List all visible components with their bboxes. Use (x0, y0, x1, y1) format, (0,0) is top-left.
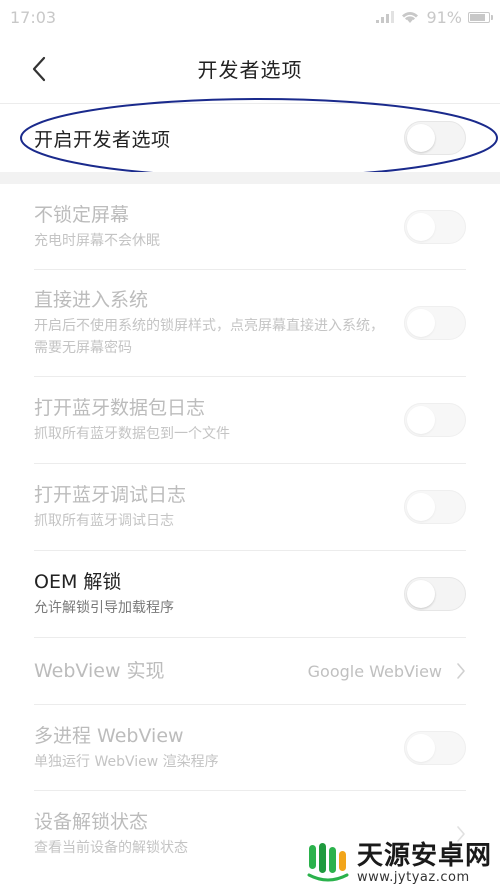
toggle-knob (407, 309, 435, 337)
setting-title: 打开蓝牙调试日志 (34, 484, 187, 506)
site-watermark: 天源安卓网 www.jytyaz.com (305, 841, 492, 885)
chevron-right-icon (457, 663, 465, 679)
page-title: 开发者选项 (197, 58, 303, 82)
stay-awake-toggle[interactable] (404, 209, 466, 244)
setting-subtitle: 开启后不使用系统的锁屏样式，点亮屏幕直接进入系统，需要无屏幕密码 (34, 318, 384, 356)
signal-icon (376, 11, 395, 23)
setting-subtitle: 查看当前设备的解锁状态 (34, 840, 188, 856)
battery-icon (468, 11, 493, 23)
android-logo-icon (307, 843, 349, 882)
battery-percent: 91% (426, 7, 462, 27)
toggle-knob (407, 406, 435, 434)
webview-value-text: Google WebView (307, 661, 442, 681)
bluetooth-hci-log-toggle[interactable] (404, 403, 466, 437)
setting-title: 多进程 WebView (34, 724, 184, 747)
direct-enter-system-toggle[interactable] (404, 306, 466, 340)
setting-title: 设备解锁状态 (34, 811, 149, 833)
master-toggle-label: 开启开发者选项 (34, 128, 171, 151)
back-button[interactable] (24, 54, 54, 84)
setting-row-direct-enter-system[interactable]: 直接进入系统 开启后不使用系统的锁屏样式，点亮屏幕直接进入系统，需要无屏幕密码 (34, 270, 466, 377)
status-bar: 17:03 91% (0, 0, 500, 34)
setting-title: 直接进入系统 (34, 289, 149, 311)
status-time: 17:03 (10, 7, 57, 27)
setting-row-webview-implementation[interactable]: WebView 实现 Google WebView (34, 638, 466, 705)
setting-subtitle: 抓取所有蓝牙数据包到一个文件 (34, 426, 230, 442)
oem-unlock-toggle[interactable] (404, 577, 466, 611)
title-bar: 开发者选项 (0, 34, 500, 104)
toggle-knob (407, 493, 435, 521)
setting-title: WebView 实现 (34, 660, 165, 682)
toggle-knob (407, 733, 435, 762)
setting-title: OEM 解锁 (34, 571, 122, 593)
settings-list: 不锁定屏幕 充电时屏幕不会休眠 直接进入系统 开启后不使用系统的锁屏样式，点亮屏… (0, 184, 500, 877)
setting-subtitle: 允许解锁引导加载程序 (34, 600, 174, 616)
setting-subtitle: 充电时屏幕不会休眠 (34, 232, 160, 249)
wifi-icon (402, 12, 419, 23)
watermark-title: 天源安卓网 (356, 840, 492, 871)
toggle-knob (407, 212, 435, 241)
toggle-knob (407, 124, 435, 152)
toggle-knob (407, 580, 435, 608)
watermark-url: www.jytyaz.com (356, 869, 470, 885)
master-toggle-row[interactable]: 开启开发者选项 (0, 104, 500, 172)
setting-subtitle: 抓取所有蓝牙调试日志 (34, 513, 174, 529)
webview-value: Google WebView (308, 662, 466, 681)
status-icons: 91% (376, 7, 493, 27)
setting-title: 打开蓝牙数据包日志 (34, 397, 206, 419)
setting-row-stay-awake[interactable]: 不锁定屏幕 充电时屏幕不会休眠 (34, 184, 466, 270)
setting-row-bluetooth-debug-log[interactable]: 打开蓝牙调试日志 抓取所有蓝牙调试日志 (34, 464, 466, 551)
master-toggle-switch[interactable] (404, 121, 466, 155)
setting-title: 不锁定屏幕 (34, 203, 130, 226)
section-divider (0, 172, 500, 184)
developer-options-screen: 17:03 91% 开发者选项 开启开发者选项 不锁定屏幕 充电时屏幕不会休眠 … (0, 0, 500, 889)
bluetooth-debug-log-toggle[interactable] (404, 490, 466, 524)
setting-row-multiprocess-webview[interactable]: 多进程 WebView 单独运行 WebView 渲染程序 (34, 705, 466, 791)
setting-row-bluetooth-hci-log[interactable]: 打开蓝牙数据包日志 抓取所有蓝牙数据包到一个文件 (34, 377, 466, 464)
chevron-left-icon (32, 56, 46, 82)
multiprocess-webview-toggle[interactable] (404, 730, 466, 765)
setting-row-oem-unlock[interactable]: OEM 解锁 允许解锁引导加载程序 (34, 551, 466, 638)
setting-subtitle: 单独运行 WebView 渲染程序 (34, 753, 219, 770)
